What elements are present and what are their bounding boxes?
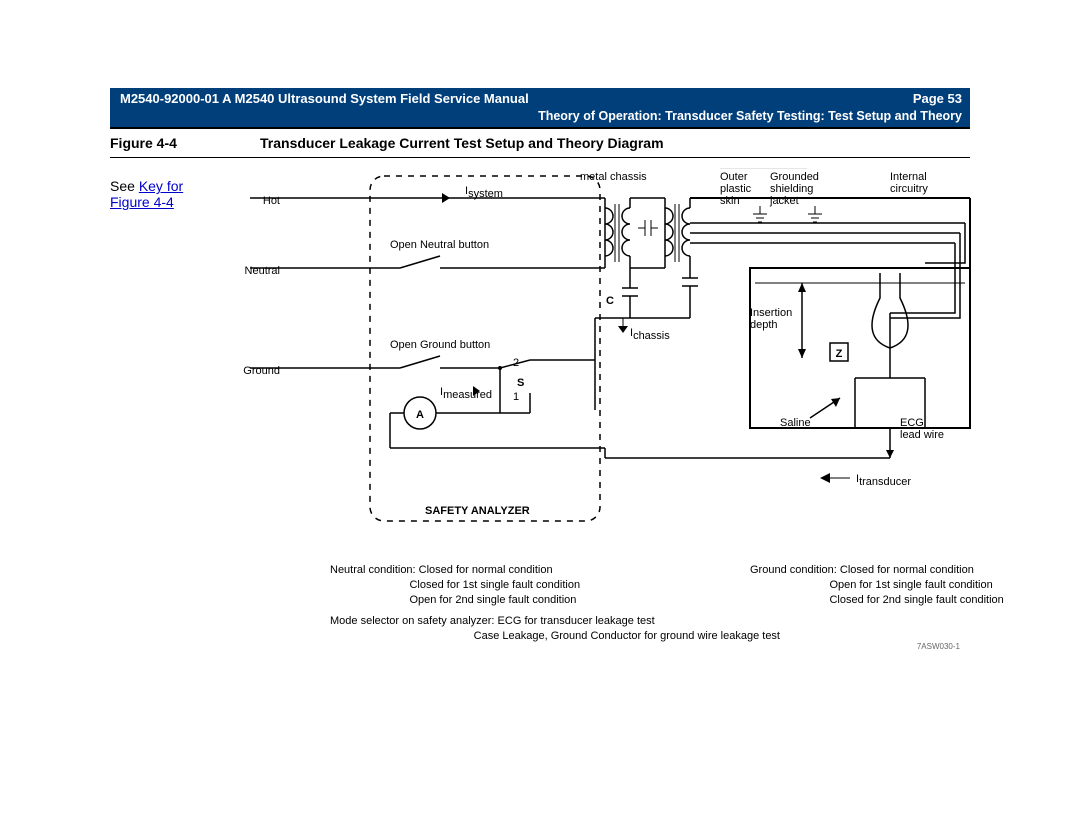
hot-label: Hot <box>263 195 280 207</box>
key-link-text: Key for <box>139 178 183 194</box>
ground-label: Ground <box>243 365 280 377</box>
arrow-itransducer <box>820 473 830 483</box>
ammeter-label: A <box>416 409 424 421</box>
safety-analyzer-label: SAFETY ANALYZER <box>425 505 530 517</box>
manual-title: M2540-92000-01 A M2540 Ultrasound System… <box>120 91 529 108</box>
svg-text:Outer: Outer <box>720 171 748 183</box>
svg-text:Insertion: Insertion <box>750 307 792 319</box>
s-label: S <box>517 377 524 389</box>
ecg-label: ECG <box>900 417 924 429</box>
key-fig-ref: Figure 4-4 <box>110 194 174 210</box>
manual-page: M2540-92000-01 A M2540 Ultrasound System… <box>0 0 1080 834</box>
arrow-isystem <box>442 193 450 203</box>
svg-text:Isystem: Isystem <box>465 185 503 200</box>
z-label: Z <box>836 348 843 360</box>
svg-text:skin: skin <box>720 195 740 207</box>
svg-text:Grounded: Grounded <box>770 171 819 183</box>
svg-text:circuitry: circuitry <box>890 183 928 195</box>
svg-text:lead wire: lead wire <box>900 429 944 441</box>
saline-label: Saline <box>780 417 811 429</box>
figure-label: Figure 4-4 <box>110 135 260 151</box>
svg-text:shielding: shielding <box>770 183 813 195</box>
figure-title-row: Figure 4-4 Transducer Leakage Current Te… <box>110 129 970 158</box>
open-neutral-label: Open Neutral button <box>390 239 489 251</box>
transducer-cable-label: Transducer Cable <box>720 168 807 169</box>
saline-tank <box>750 268 970 428</box>
circuit-diagram: SAFETY ANALYZER Hot Isystem Neutral Open… <box>190 168 990 648</box>
section-title: Theory of Operation: Transducer Safety T… <box>120 108 962 124</box>
page-header: M2540-92000-01 A M2540 Ultrasound System… <box>110 88 970 127</box>
svg-text:depth: depth <box>750 319 778 331</box>
diagram-area: See Key for Figure 4-4 SAFETY ANALYZER H… <box>110 168 970 648</box>
svg-text:Itransducer: Itransducer <box>856 473 911 488</box>
arrow-ichassis <box>618 326 628 333</box>
drawing-number: 7ASW030-1 <box>917 642 960 651</box>
svg-text:metal chassis: metal chassis <box>580 171 647 183</box>
figure-title: Transducer Leakage Current Test Setup an… <box>260 135 664 151</box>
svg-text:Ichassis: Ichassis <box>630 327 670 342</box>
svg-text:plastic: plastic <box>720 183 752 195</box>
page-number: Page 53 <box>913 91 962 108</box>
svg-text:jacket: jacket <box>769 195 799 207</box>
neutral-label: Neutral <box>245 265 280 277</box>
svg-text:1: 1 <box>513 391 519 403</box>
svg-text:Imeasured: Imeasured <box>440 386 492 401</box>
open-ground-label: Open Ground button <box>390 339 490 351</box>
svg-text:Internal: Internal <box>890 171 927 183</box>
c-label: C <box>606 295 614 307</box>
key-link[interactable]: See Key for Figure 4-4 <box>110 178 183 210</box>
